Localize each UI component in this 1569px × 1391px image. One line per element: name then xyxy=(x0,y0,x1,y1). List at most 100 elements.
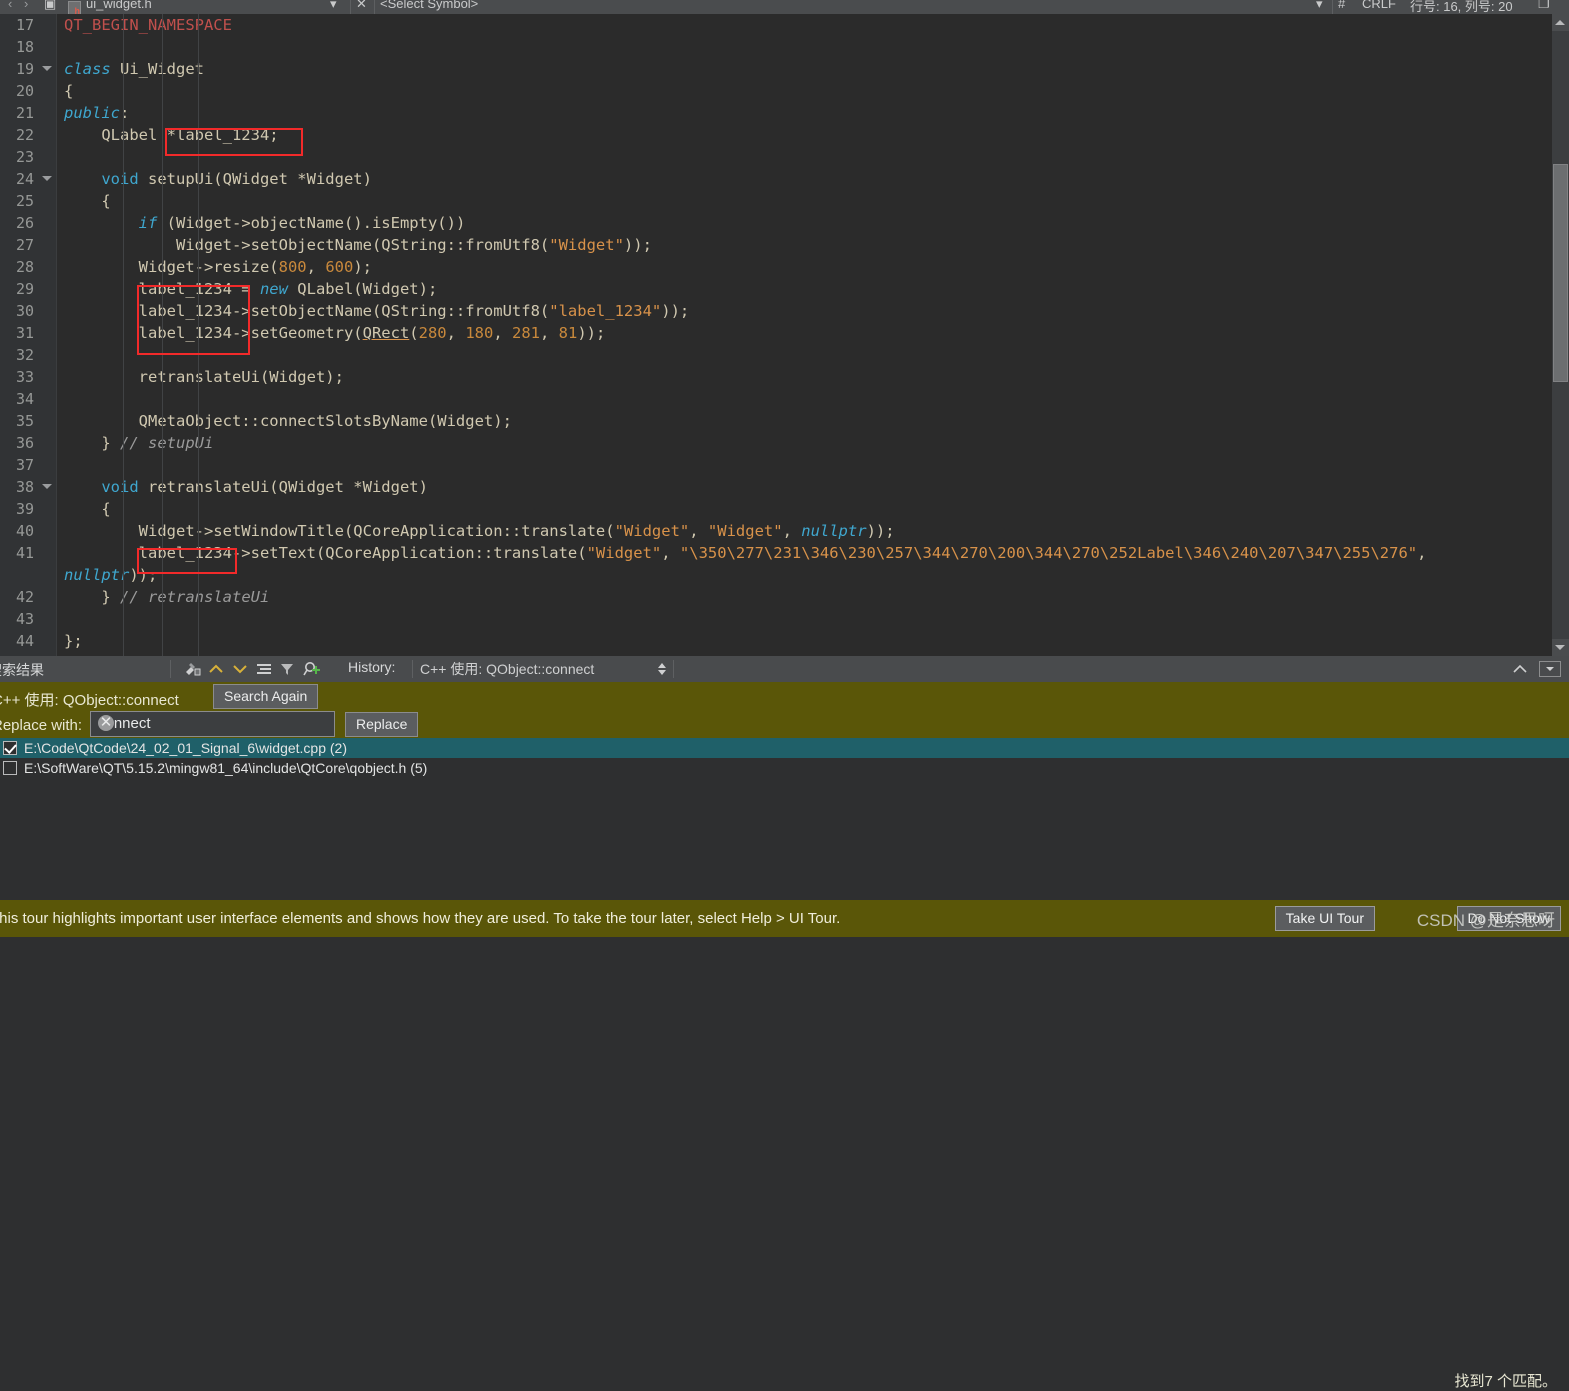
replace-button[interactable]: Replace xyxy=(345,712,419,737)
previous-match-icon[interactable] xyxy=(206,660,226,678)
code-line[interactable]: } // setupUi xyxy=(57,432,1569,454)
line-number: 36 xyxy=(15,434,34,452)
line-number: 26 xyxy=(15,214,34,232)
scroll-up-arrow[interactable] xyxy=(1552,14,1569,31)
header-file-icon xyxy=(68,1,81,14)
search-results-toolbar: 搜索结果 History: C++ 使用: QObject::connect xyxy=(0,656,1569,682)
line-ending-label[interactable]: CRLF xyxy=(1362,0,1396,11)
history-value[interactable]: C++ 使用: QObject::connect xyxy=(420,659,594,679)
code-line[interactable]: { xyxy=(57,498,1569,520)
line-number: 39 xyxy=(15,500,34,518)
tour-message: This tour highlights important user inte… xyxy=(0,910,841,927)
code-line[interactable]: QMetaObject::connectSlotsByName(Widget); xyxy=(57,410,1569,432)
code-line[interactable]: label_1234->setText(QCoreApplication::tr… xyxy=(57,542,1569,564)
editor-vertical-scrollbar[interactable] xyxy=(1552,14,1569,656)
code-editor[interactable]: 17 18 19 20 21 22 23 24 25 26 27 28 29 30 31 32 33 34 35 36… xyxy=(0,14,1569,656)
line-number: 25 xyxy=(15,192,34,210)
code-line[interactable]: Widget->setObjectName(QString::fromUtf8(… xyxy=(57,234,1569,256)
line-number: 22 xyxy=(15,126,34,144)
nav-forward-icon[interactable]: › xyxy=(24,0,28,11)
line-number: 37 xyxy=(15,456,34,474)
code-line[interactable]: { xyxy=(57,190,1569,212)
editor-tab-bar: ‹ › ▣ ui_widget.h ▾ ✕ <Select Symbol> ▾ … xyxy=(0,0,1569,14)
symbol-dropdown-icon[interactable]: ▾ xyxy=(1316,0,1323,12)
line-number: 33 xyxy=(15,368,34,386)
filter-icon[interactable] xyxy=(278,660,298,678)
line-number: 31 xyxy=(15,324,34,342)
line-number: 28 xyxy=(15,258,34,276)
line-number-gutter: 17 18 19 20 21 22 23 24 25 26 27 28 29 30 31 32 33 34 35 36… xyxy=(0,14,56,656)
line-number: 23 xyxy=(15,148,34,166)
code-line[interactable]: label_1234->setObjectName(QString::fromU… xyxy=(57,300,1569,322)
code-line[interactable]: nullptr)); xyxy=(57,564,1569,586)
line-number: 43 xyxy=(15,610,34,628)
fold-arrow-icon[interactable] xyxy=(42,176,52,181)
result-path: E:\SoftWare\QT\5.15.2\mingw81_64\include… xyxy=(24,760,428,776)
close-tab-icon[interactable]: ✕ xyxy=(356,0,367,12)
code-line[interactable]: if (Widget->objectName().isEmpty()) xyxy=(57,212,1569,234)
code-line[interactable]: void retranslateUi(QWidget *Widget) xyxy=(57,476,1569,498)
collapse-panel-icon[interactable] xyxy=(1511,661,1529,677)
code-line[interactable]: Widget->resize(800, 600); xyxy=(57,256,1569,278)
nav-back-icon[interactable]: ‹ xyxy=(8,0,12,11)
ui-tour-bar: This tour highlights important user inte… xyxy=(0,900,1569,937)
code-line[interactable] xyxy=(57,344,1569,366)
code-line[interactable] xyxy=(57,146,1569,168)
code-line[interactable] xyxy=(57,388,1569,410)
editor-tab-filename[interactable]: ui_widget.h xyxy=(86,0,152,11)
code-line[interactable] xyxy=(57,36,1569,58)
line-number: 24 xyxy=(0,168,56,190)
do-not-show-button[interactable]: Do Not Show xyxy=(1456,906,1561,931)
code-line[interactable]: label_1234 = new QLabel(Widget); xyxy=(57,278,1569,300)
next-match-icon[interactable] xyxy=(230,660,250,678)
result-checkbox[interactable] xyxy=(3,741,17,755)
take-ui-tour-button[interactable]: Take UI Tour xyxy=(1274,906,1375,931)
code-line[interactable] xyxy=(57,608,1569,630)
expand-all-icon[interactable] xyxy=(254,660,274,678)
tab-dropdown-icon[interactable]: ▾ xyxy=(330,0,337,12)
code-line[interactable]: QT_BEGIN_NAMESPACE xyxy=(57,14,1569,36)
history-label: History: xyxy=(348,659,396,675)
symbol-selector[interactable]: <Select Symbol> xyxy=(380,0,478,11)
panel-menu-icon[interactable] xyxy=(1539,661,1561,677)
code-line[interactable]: QLabel *label_1234; xyxy=(57,124,1569,146)
cursor-position-label[interactable]: 行号: 16, 列号: 20 xyxy=(1410,0,1513,14)
code-line[interactable]: } // retranslateUi xyxy=(57,586,1569,608)
split-icon[interactable]: ▣ xyxy=(44,0,56,12)
line-number: 35 xyxy=(15,412,34,430)
result-row[interactable]: E:\Code\QtCode\24_02_01_Signal_6\widget.… xyxy=(0,738,1569,758)
new-search-icon[interactable] xyxy=(302,660,322,678)
code-line[interactable]: class Ui_Widget xyxy=(57,58,1569,80)
editor-options-icon[interactable]: ❐ xyxy=(1538,0,1550,12)
replace-input[interactable]: connect ✕ xyxy=(90,711,335,737)
line-ending-icon[interactable]: # xyxy=(1338,0,1345,11)
result-checkbox[interactable] xyxy=(3,761,17,775)
line-number: 30 xyxy=(15,302,34,320)
code-line[interactable]: label_1234->setGeometry(QRect(280, 180, … xyxy=(57,322,1569,344)
clear-input-icon[interactable]: ✕ xyxy=(98,715,114,731)
scroll-down-arrow[interactable] xyxy=(1552,639,1569,656)
line-number: 20 xyxy=(15,82,34,100)
fold-arrow-icon[interactable] xyxy=(42,66,52,71)
search-scope-label: C++ 使用: QObject::connect xyxy=(0,692,179,709)
scrollbar-thumb[interactable] xyxy=(1553,164,1568,382)
code-line[interactable]: Widget->setWindowTitle(QCoreApplication:… xyxy=(57,520,1569,542)
code-text-area[interactable]: QT_BEGIN_NAMESPACE class Ui_Widget{publi… xyxy=(57,14,1569,656)
line-number: 32 xyxy=(15,346,34,364)
line-number: 41 xyxy=(15,544,34,562)
line-number: 27 xyxy=(15,236,34,254)
line-number xyxy=(0,564,56,586)
clear-results-icon[interactable] xyxy=(182,660,202,678)
code-line[interactable]: }; xyxy=(57,630,1569,652)
fold-arrow-icon[interactable] xyxy=(42,484,52,489)
result-row[interactable]: E:\SoftWare\QT\5.15.2\mingw81_64\include… xyxy=(0,758,1569,778)
code-line[interactable]: void setupUi(QWidget *Widget) xyxy=(57,168,1569,190)
code-line[interactable]: { xyxy=(57,80,1569,102)
code-line[interactable] xyxy=(57,454,1569,476)
code-line[interactable]: public: xyxy=(57,102,1569,124)
history-spinner-icon[interactable] xyxy=(655,660,669,678)
line-number: 44 xyxy=(15,632,34,650)
search-results-list[interactable]: E:\Code\QtCode\24_02_01_Signal_6\widget.… xyxy=(0,738,1569,898)
search-again-button[interactable]: Search Again xyxy=(213,684,319,709)
code-line[interactable]: retranslateUi(Widget); xyxy=(57,366,1569,388)
